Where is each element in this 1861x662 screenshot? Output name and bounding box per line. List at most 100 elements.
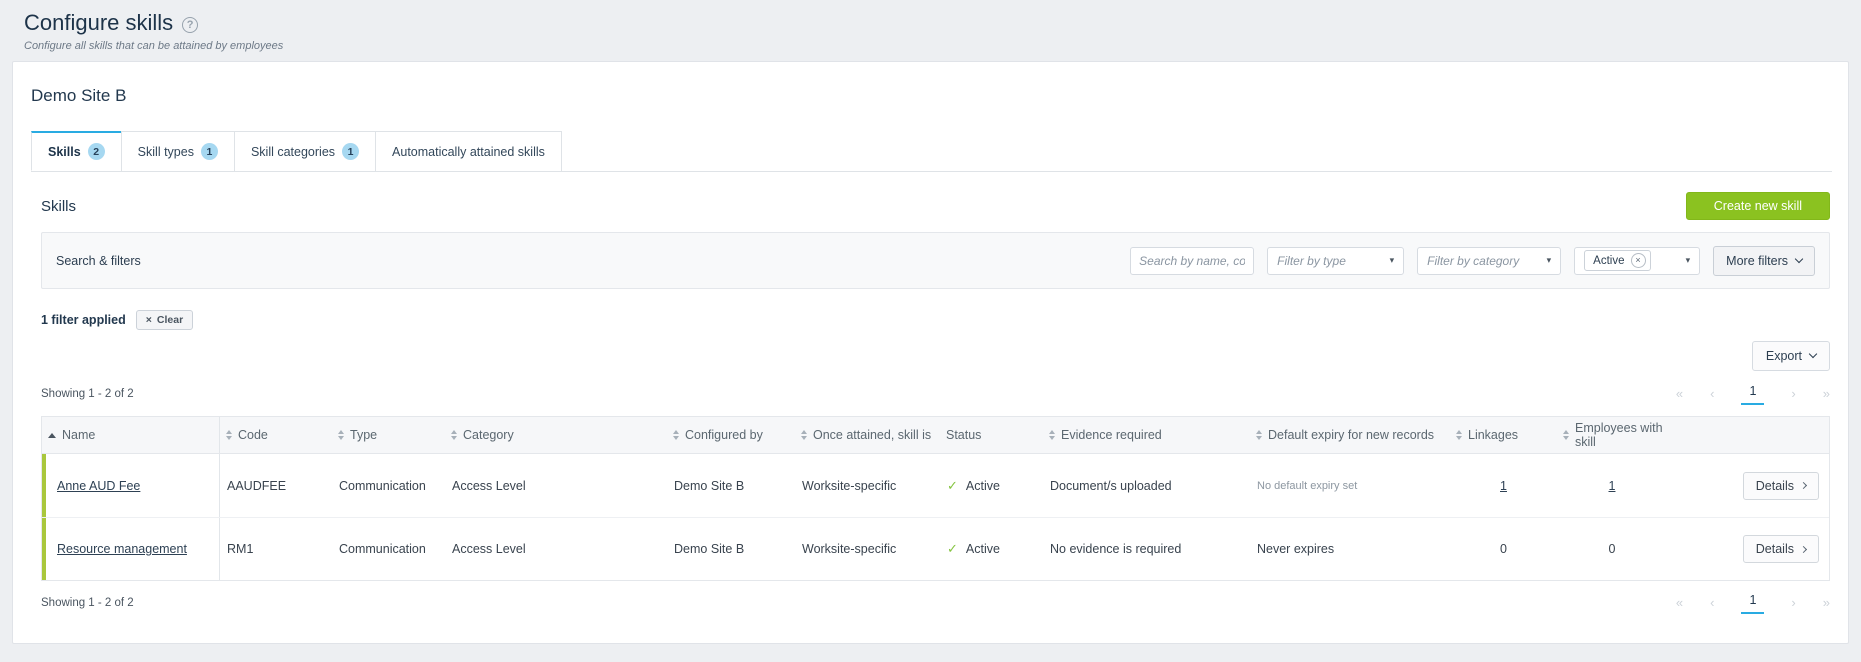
table-row: Resource management RM1 Communication Ac… [42,517,1829,580]
linkages-link[interactable]: 1 [1500,479,1507,493]
chevron-right-icon [1799,481,1808,490]
actions-cell: Details [1667,471,1829,500]
name-cell: Resource management [42,518,220,580]
remove-filter-icon[interactable]: × [1630,253,1646,268]
first-page-button[interactable]: « [1676,384,1683,401]
page-subtitle: Configure all skills that can be attaine… [24,40,284,52]
create-new-skill-button[interactable]: Create new skill [1685,192,1830,220]
sort-icon [451,430,457,440]
prev-page-button[interactable]: ‹ [1710,384,1714,401]
tab-skills[interactable]: Skills 2 [31,131,122,171]
pagination-bottom: « ‹ 1 › » [1676,593,1830,614]
tab-label: Automatically attained skills [392,144,545,159]
tab-label: Skill categories [250,144,336,159]
details-button[interactable]: Details [1742,471,1819,500]
search-input[interactable] [1130,246,1255,275]
section-title: Skills [41,197,77,215]
check-icon: ✓ [947,541,958,556]
sort-icon [673,430,679,440]
prev-page-button[interactable]: ‹ [1710,593,1714,610]
tab-label: Skill types [137,144,194,159]
filter-bar-label: Search & filters [56,253,141,268]
column-header-linkages[interactable]: Linkages [1450,417,1557,453]
next-page-button[interactable]: › [1791,384,1795,401]
sort-icon [1456,430,1462,440]
category-cell: Access Level [452,542,526,556]
filter-by-type-select[interactable]: Filter by type ▾ [1267,246,1405,275]
check-icon: ✓ [947,477,958,493]
clear-filters-button[interactable]: × Clear [135,310,194,330]
skill-name-link[interactable]: Resource management [57,542,187,556]
status-filter-select[interactable]: Active × ▾ [1574,246,1701,275]
employees-cell: 1 [1557,479,1667,493]
filter-by-category-select[interactable]: Filter by category ▾ [1417,246,1562,275]
showing-count-text: Showing 1 - 2 of 2 [41,597,134,609]
column-header-default-expiry[interactable]: Default expiry for new records [1250,417,1450,453]
sort-icon [1256,430,1262,440]
type-cell: Communication [339,478,426,493]
tab-count-badge: 2 [87,143,105,160]
help-icon[interactable]: ? [182,16,199,33]
column-header-once-attained[interactable]: Once attained, skill is [795,417,940,453]
more-filters-button[interactable]: More filters [1713,245,1815,276]
chevron-down-icon [1808,349,1818,359]
sort-icon [1049,430,1055,440]
tab-count-badge: 1 [200,143,218,160]
next-page-button[interactable]: › [1791,593,1795,610]
column-header-code[interactable]: Code [220,417,332,453]
export-button[interactable]: Export [1751,341,1830,371]
linkages-cell: 1 [1450,479,1557,493]
chevron-down-icon: ▾ [1546,255,1552,265]
code-cell: RM1 [227,542,254,556]
active-filter-chip: Active × [1584,250,1651,271]
sort-icon [338,430,344,440]
skills-table: Name Code Type Category Configured by On… [41,416,1830,581]
showing-count-text: Showing 1 - 2 of 2 [41,388,134,400]
filter-bar: Search & filters Filter by type ▾ Filter… [41,232,1830,289]
first-page-button[interactable]: « [1676,593,1683,610]
employees-with-skill-link[interactable]: 1 [1609,479,1616,493]
name-cell: Anne AUD Fee [42,454,220,517]
status-cell: ✓ Active [940,541,1043,557]
last-page-button[interactable]: » [1823,593,1830,610]
actions-cell: Details [1667,535,1829,563]
column-header-type[interactable]: Type [332,417,445,453]
skill-name-link[interactable]: Anne AUD Fee [57,479,140,493]
page-number[interactable]: 1 [1741,593,1765,614]
chevron-down-icon: ▾ [1685,255,1691,265]
linkages-cell: 0 [1500,542,1507,556]
sort-ascending-icon [48,432,56,438]
table-header-row: Name Code Type Category Configured by On… [42,417,1829,454]
page-header: Configure skills ? Configure all skills … [0,0,1861,52]
tab-bar: Skills 2 Skill types 1 Skill categories … [31,131,1832,172]
once-attained-cell: Worksite-specific [802,542,897,556]
column-header-name[interactable]: Name [42,417,220,453]
sort-icon [1563,430,1569,440]
evidence-cell: No evidence is required [1050,542,1182,556]
filters-applied-text: 1 filter applied [41,313,126,327]
default-expiry-cell: Never expires [1257,542,1335,556]
tab-automatically-attained-skills[interactable]: Automatically attained skills [375,131,562,171]
tab-skill-categories[interactable]: Skill categories 1 [233,131,377,171]
employees-cell: 0 [1608,542,1616,556]
tab-count-badge: 1 [342,143,360,160]
pagination-top: « ‹ 1 › » [1676,384,1830,405]
tab-skill-types[interactable]: Skill types 1 [120,131,235,171]
last-page-button[interactable]: » [1823,384,1830,401]
evidence-cell: Document/s uploaded [1050,478,1172,493]
default-expiry-cell: No default expiry set [1257,479,1358,492]
column-header-evidence-required[interactable]: Evidence required [1043,417,1250,453]
column-header-category[interactable]: Category [445,417,667,453]
details-button[interactable]: Details [1742,535,1819,563]
page-number[interactable]: 1 [1741,384,1765,405]
page-title: Configure skills [24,10,174,35]
status-badge: Active [965,542,1000,556]
table-row: Anne AUD Fee AAUDFEE Communication Acces… [42,454,1829,517]
column-header-employees-with-skill[interactable]: Employees with skill [1557,417,1667,453]
status-cell: ✓ Active [940,478,1043,494]
column-header-actions [1667,417,1829,453]
once-attained-cell: Worksite-specific [802,478,897,493]
column-header-configured-by[interactable]: Configured by [667,417,795,453]
content-card: Demo Site B Skills 2 Skill types 1 Skill… [12,61,1849,644]
configured-by-cell: Demo Site B [674,542,745,556]
